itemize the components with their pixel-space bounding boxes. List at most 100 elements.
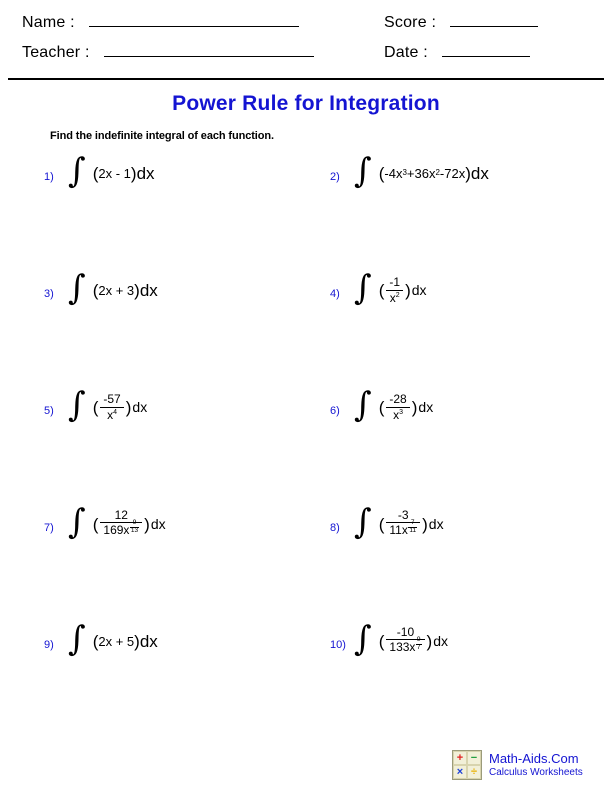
fraction-denominator: 11x 7 11 — [386, 520, 421, 539]
exponent-denominator: 7 — [415, 643, 422, 651]
times-icon: × — [453, 765, 467, 779]
problem-expression: ( -28 x3 ) dx — [379, 393, 433, 421]
exponent-fraction: 97 — [415, 637, 422, 651]
open-paren: ( — [378, 280, 385, 300]
problem-9: 9) ∫ (2x + 5)dx — [44, 618, 158, 664]
site-footer[interactable]: + − × ÷ Math-Aids.Com Calculus Worksheet… — [452, 750, 583, 780]
integral-icon: ∫ — [354, 268, 372, 309]
problem-expression: ( -3 11x 7 11 ) dx — [379, 509, 444, 540]
problem-10: 10) ∫ ( -10 133x 9 7 ) dx — [330, 618, 448, 664]
integral-icon: ∫ — [354, 502, 372, 543]
problem-6: 6) ∫ ( -28 x3 ) dx — [330, 384, 433, 430]
problem-number: 3) — [44, 288, 54, 300]
dx-label: dx — [132, 399, 148, 415]
dx-label: dx — [418, 399, 434, 415]
date-label: Date : — [384, 44, 428, 61]
close-paren-dx: )dx — [465, 163, 489, 183]
page-title: Power Rule for Integration — [172, 92, 440, 115]
score-label: Score : — [384, 14, 437, 31]
denominator-base: 133x — [389, 640, 416, 655]
dx-label: dx — [411, 282, 427, 298]
problem-row: 9) ∫ (2x + 5)dx 10) ∫ ( -10 133x 9 7 ) dx — [0, 618, 612, 735]
exponent-fraction: 7 11 — [408, 520, 418, 534]
fraction: -1 x2 — [386, 274, 404, 305]
fraction: -57 x4 — [100, 393, 124, 422]
denominator-exponent: 3 — [399, 408, 404, 416]
problem-7: 7) ∫ ( 12 169x 9 13 ) dx — [44, 501, 166, 547]
worksheet-header: Name : Teacher : Score : Date : — [0, 0, 612, 78]
problem-expression: ( 12 169x 9 13 ) dx — [93, 509, 166, 540]
teacher-field-row: Teacher : — [22, 42, 314, 62]
exponent-denominator: 13 — [129, 526, 140, 534]
fraction-denominator: x4 — [100, 406, 124, 422]
problem-number: 10) — [330, 639, 346, 651]
exponent-denominator: 11 — [408, 526, 418, 534]
integral-icon: ∫ — [68, 619, 86, 660]
fraction-numerator: -28 — [389, 391, 407, 406]
problem-number: 6) — [330, 405, 340, 417]
close-paren: ) — [144, 514, 150, 534]
fraction-denominator: 133x 9 7 — [386, 637, 425, 656]
divide-icon: ÷ — [467, 765, 481, 779]
close-paren: ) — [405, 280, 411, 300]
fraction-denominator: 169x 9 13 — [100, 520, 143, 539]
integral-icon: ∫ — [354, 385, 372, 426]
name-label: Name : — [22, 14, 75, 31]
fraction: -3 11x 7 11 — [386, 509, 421, 540]
integral-icon: ∫ — [68, 268, 86, 309]
term-1-coef: -4x — [384, 165, 403, 181]
problem-expression: (2x + 5)dx — [93, 633, 158, 650]
problem-row: 1) ∫ (2x - 1)dx 2) ∫ (-4x 3 + 36x 2 - 72x)… — [0, 150, 612, 267]
problem-expression: ( -1 x2 ) dx — [379, 276, 427, 304]
open-paren: ( — [92, 631, 99, 651]
open-paren: ( — [378, 514, 385, 534]
problem-8: 8) ∫ ( -3 11x 7 11 ) dx — [330, 501, 444, 547]
problem-number: 9) — [44, 639, 54, 651]
problem-expression: (2x - 1)dx — [93, 165, 155, 182]
teacher-input[interactable] — [103, 42, 314, 57]
score-input[interactable] — [450, 12, 539, 27]
term-2-coef: 36x — [414, 165, 436, 181]
open-paren: ( — [92, 280, 99, 300]
integral-icon: ∫ — [354, 619, 372, 660]
expression-body: 2x + 5 — [98, 633, 135, 649]
integral-icon: ∫ — [68, 502, 86, 543]
problem-number: 2) — [330, 171, 340, 183]
date-input[interactable] — [441, 42, 530, 57]
problem-expression: ( -10 133x 9 7 ) dx — [379, 626, 448, 657]
teacher-label: Teacher : — [22, 44, 90, 61]
footer-text: Math-Aids.Com Calculus Worksheets — [489, 751, 583, 778]
minus-icon: − — [467, 751, 481, 765]
problem-expression: (-4x 3 + 36x 2 - 72x)dx — [378, 163, 489, 183]
fraction-denominator: x2 — [386, 289, 404, 305]
exponent-fraction: 9 13 — [129, 520, 140, 534]
dx-label: dx — [428, 516, 444, 532]
date-field-row: Date : — [384, 42, 530, 62]
close-paren-dx: )dx — [134, 280, 158, 300]
problem-number: 5) — [44, 405, 54, 417]
denominator-base: 11x — [389, 523, 408, 538]
integral-icon: ∫ — [68, 385, 86, 426]
fraction: 12 169x 9 13 — [100, 507, 143, 540]
fraction: -10 133x 9 7 — [386, 626, 425, 657]
math-aids-logo-icon: + − × ÷ — [452, 750, 482, 780]
close-paren-dx: )dx — [130, 163, 155, 183]
header-divider — [8, 78, 604, 80]
denominator-exponent: 4 — [113, 408, 118, 416]
name-input[interactable] — [88, 12, 299, 27]
problem-number: 7) — [44, 522, 54, 534]
name-field-row: Name : — [22, 12, 299, 32]
expression-body: 2x + 3 — [98, 282, 135, 298]
open-paren: ( — [378, 631, 385, 651]
fraction-numerator: -1 — [389, 274, 401, 289]
problem-row: 3) ∫ (2x + 3)dx 4) ∫ ( -1 x2 ) dx — [0, 267, 612, 384]
brand-name[interactable]: Math-Aids.Com — [489, 751, 583, 767]
problem-number: 4) — [330, 288, 340, 300]
operator-1: + — [406, 165, 415, 181]
instructions-text: Find the indefinite integral of each fun… — [50, 130, 274, 142]
fraction-numerator: 12 — [114, 507, 128, 522]
problem-3: 3) ∫ (2x + 3)dx — [44, 267, 158, 313]
problem-number: 1) — [44, 171, 54, 183]
open-paren: ( — [92, 397, 99, 417]
problem-1: 1) ∫ (2x - 1)dx — [44, 150, 155, 196]
